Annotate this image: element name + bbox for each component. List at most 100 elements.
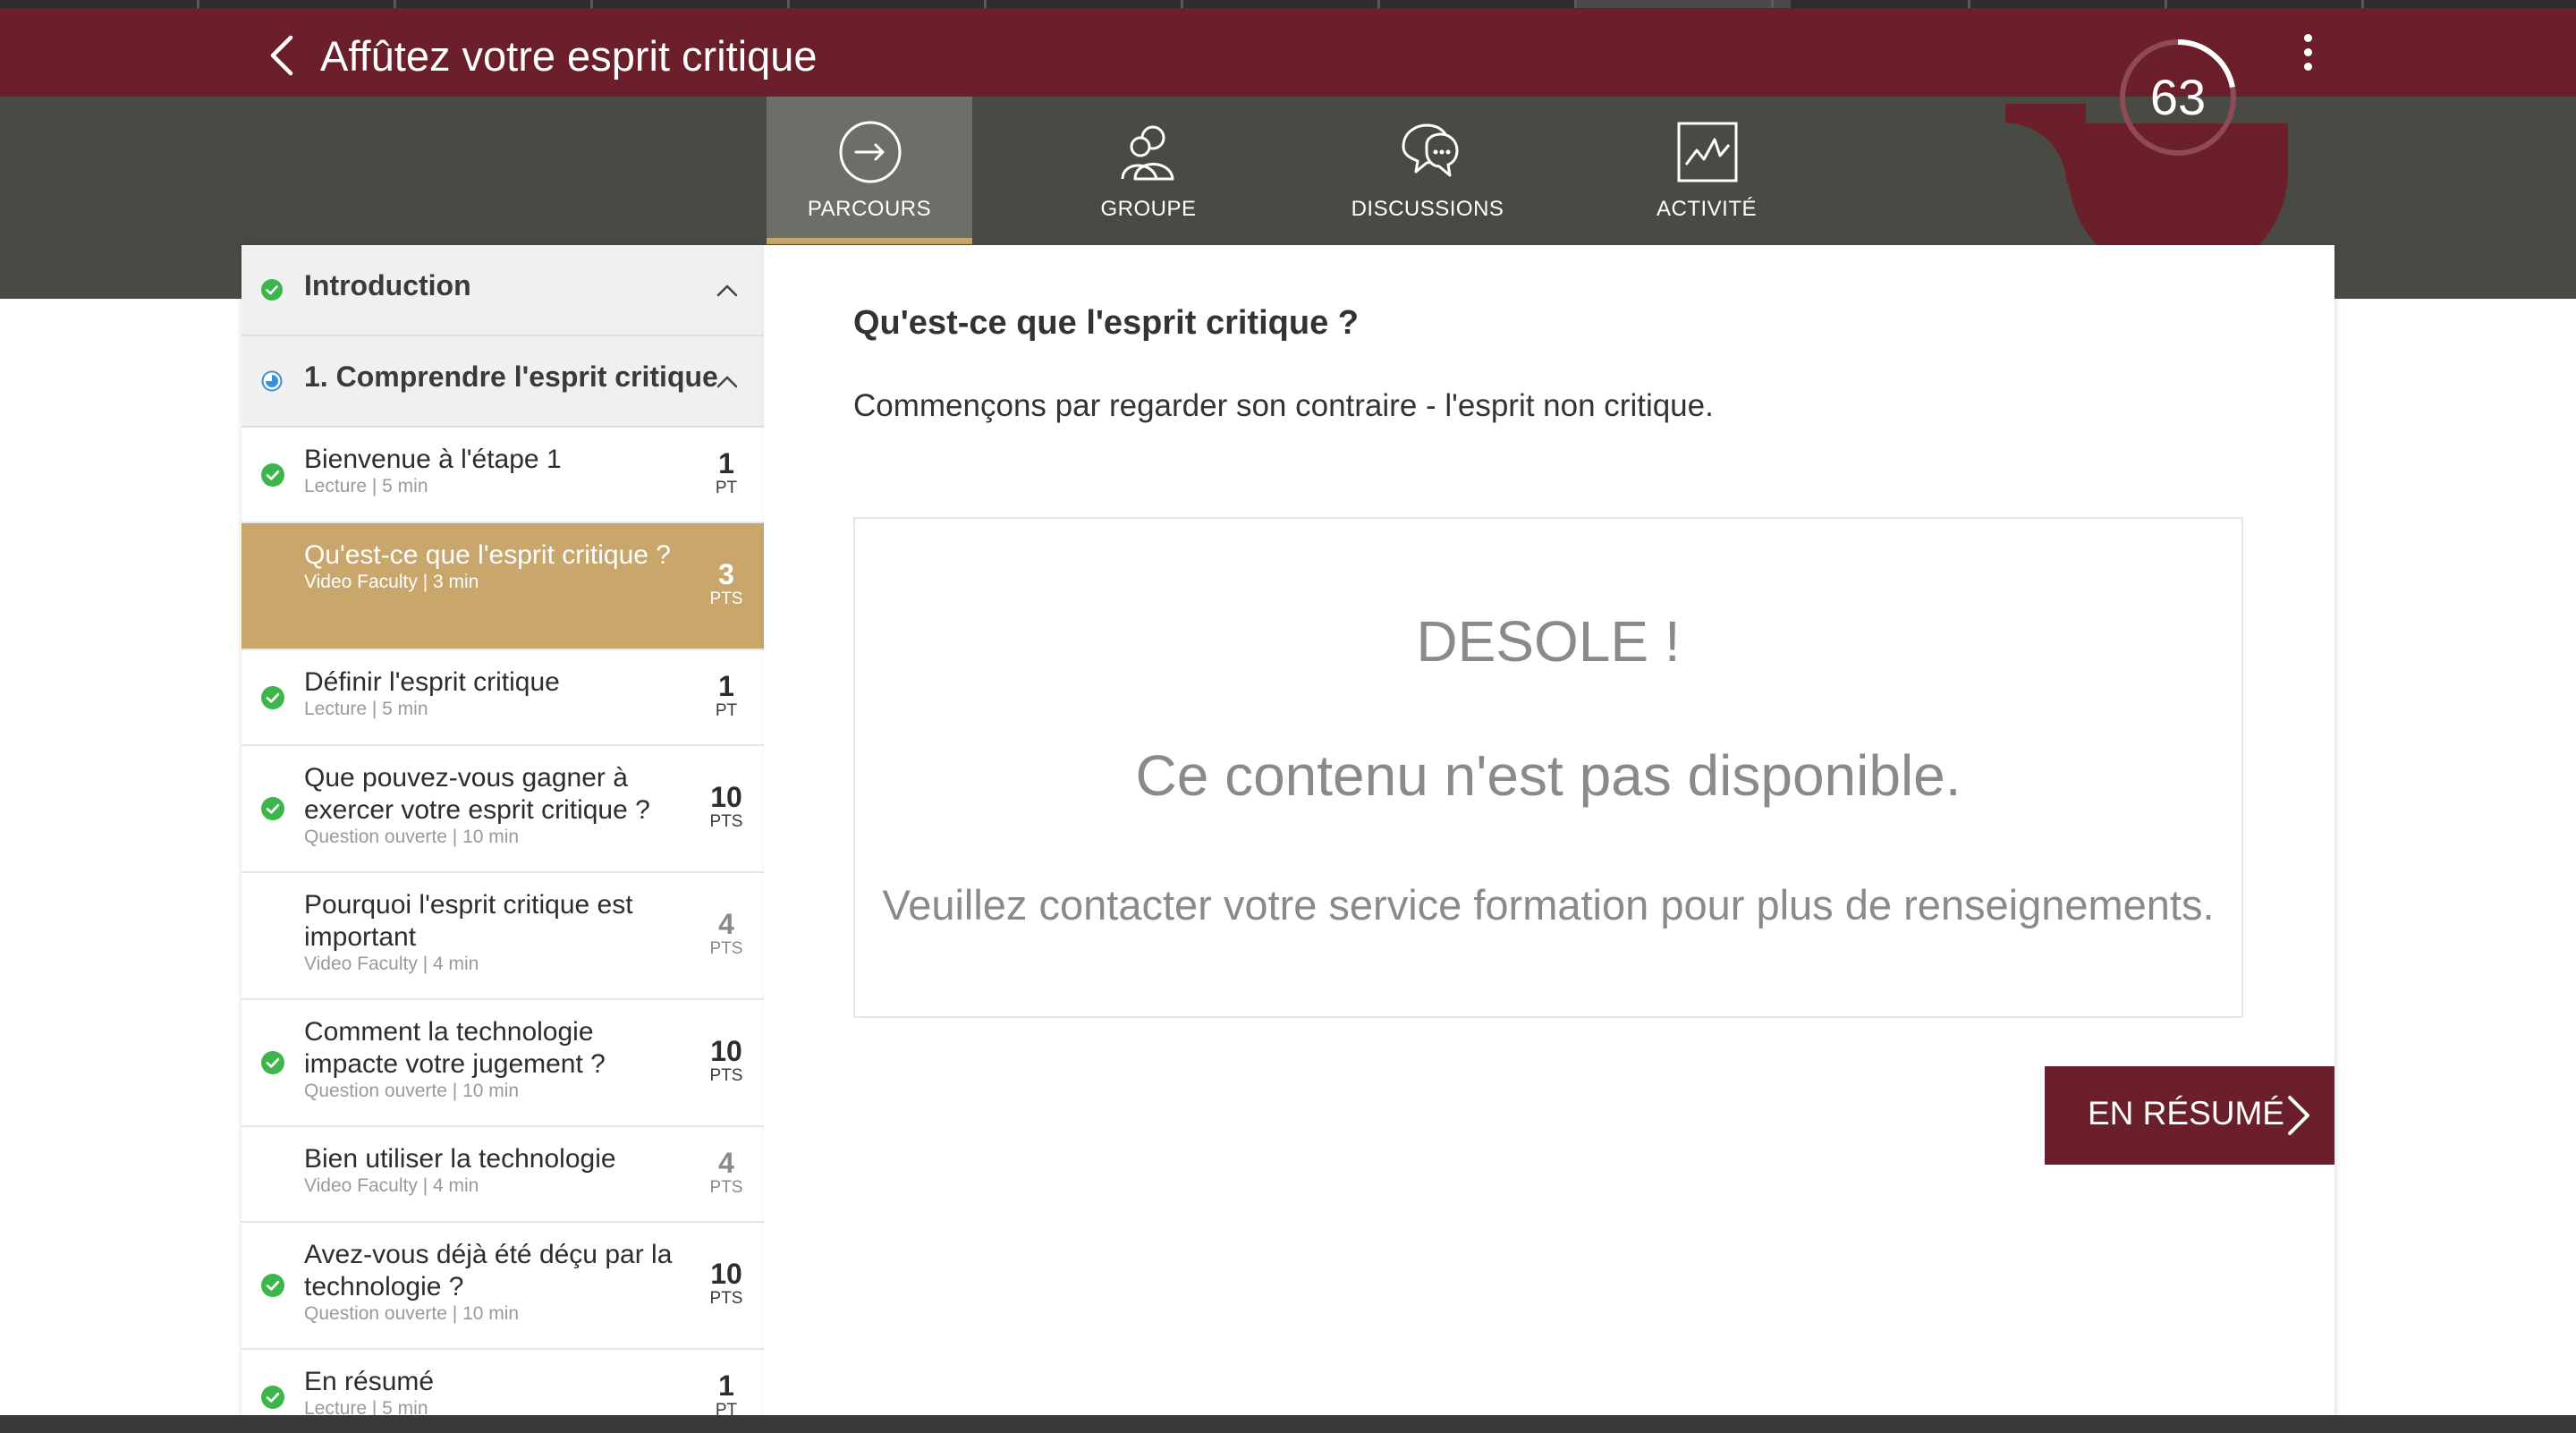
lesson-points: 1 PT bbox=[699, 448, 753, 498]
points-value: 4 bbox=[718, 908, 734, 940]
lesson-intro: Commençons par regarder son contraire - … bbox=[853, 388, 1714, 423]
lesson-item[interactable]: Qu'est-ce que l'esprit critique ? Video F… bbox=[242, 523, 764, 650]
arrow-circle-icon bbox=[839, 121, 902, 183]
lesson-text: Comment la technologie impacte votre jug… bbox=[304, 1016, 689, 1102]
lesson-text: Que pouvez-vous gagner à exercer votre e… bbox=[304, 762, 689, 848]
points-unit: PTS bbox=[709, 1289, 743, 1308]
score-badge[interactable]: 63 bbox=[2111, 30, 2245, 165]
lesson-content: Qu'est-ce que l'esprit critique ? Commen… bbox=[764, 245, 2334, 1417]
lesson-item-title: Définir l'esprit critique bbox=[304, 667, 560, 697]
tab-strip-divider bbox=[2361, 0, 2364, 8]
lesson-item-type: Video Faculty bbox=[304, 954, 418, 974]
points-value: 1 bbox=[718, 1369, 734, 1402]
chevron-up-icon bbox=[716, 284, 738, 297]
tab-strip-divider bbox=[590, 0, 593, 8]
check-circle-icon bbox=[261, 685, 284, 709]
lesson-item-title: Avez-vous déjà été déçu par la technolog… bbox=[304, 1240, 673, 1302]
lesson-item-type: Video Faculty bbox=[304, 572, 418, 592]
lesson-text: Bienvenue à l'étape 1 Lecture | 5 min bbox=[304, 444, 689, 497]
kebab-dot bbox=[2303, 48, 2312, 56]
meta-separator: | bbox=[367, 476, 383, 496]
lesson-item[interactable]: Avez-vous déjà été déçu par la technolog… bbox=[242, 1223, 764, 1350]
tab-parcours[interactable]: PARCOURS bbox=[767, 97, 972, 244]
check-circle-icon bbox=[261, 1385, 284, 1409]
lesson-points: 1 PT bbox=[699, 671, 753, 721]
points-unit: PT bbox=[715, 700, 738, 720]
tab-strip-divider bbox=[2165, 0, 2167, 8]
lesson-text: Définir l'esprit critique Lecture | 5 min bbox=[304, 666, 689, 720]
points-unit: PTS bbox=[709, 1066, 743, 1085]
meta-separator: | bbox=[446, 827, 463, 847]
tab-strip-active bbox=[1576, 0, 1791, 8]
lesson-item-meta: Lecture | 5 min bbox=[304, 476, 689, 497]
lesson-points: 10 PTS bbox=[699, 1259, 753, 1309]
tab-strip-divider bbox=[787, 0, 790, 8]
lesson-points: 4 PTS bbox=[699, 909, 753, 959]
points-value: 4 bbox=[718, 1146, 734, 1179]
check-circle-icon bbox=[261, 462, 284, 487]
points-value: 10 bbox=[710, 1035, 742, 1067]
lesson-item-title: En résumé bbox=[304, 1367, 435, 1396]
tab-strip-divider bbox=[1968, 0, 1970, 8]
tab-label: DISCUSSIONS bbox=[1351, 197, 1504, 221]
points-value: 1 bbox=[718, 669, 734, 702]
lesson-item-title: Bien utiliser la technologie bbox=[304, 1144, 616, 1174]
tab-groupe[interactable]: GROUPE bbox=[1046, 97, 1251, 244]
kebab-dot bbox=[2303, 63, 2312, 71]
lesson-item-meta: Question ouverte | 10 min bbox=[304, 1081, 689, 1102]
chevron-left-icon bbox=[270, 35, 293, 76]
lesson-item-duration: 10 min bbox=[462, 1303, 520, 1324]
lesson-item-type: Video Faculty bbox=[304, 1175, 418, 1196]
unavailable-message: Ce contenu n'est pas disponible. bbox=[1135, 743, 1962, 808]
lesson-item-meta: Video Faculty | 4 min bbox=[304, 1175, 689, 1197]
lesson-item-title: Qu'est-ce que l'esprit critique ? bbox=[304, 540, 671, 570]
tab-strip-divider bbox=[1771, 0, 1774, 8]
lesson-item[interactable]: Comment la technologie impacte votre jug… bbox=[242, 1000, 764, 1127]
unavailable-panel: DESOLE ! Ce contenu n'est pas disponible… bbox=[853, 517, 2243, 1018]
lesson-item[interactable]: Pourquoi l'esprit critique est important… bbox=[242, 873, 764, 1000]
lesson-item-duration: 5 min bbox=[382, 1398, 428, 1417]
next-lesson-label: EN RÉSUMÉ bbox=[2088, 1095, 2284, 1132]
lesson-item[interactable]: Bien utiliser la technologie Video Facult… bbox=[242, 1127, 764, 1223]
lesson-item[interactable]: Que pouvez-vous gagner à exercer votre e… bbox=[242, 746, 764, 873]
lesson-item-duration: 10 min bbox=[462, 827, 520, 847]
lesson-title: Qu'est-ce que l'esprit critique ? bbox=[853, 304, 1359, 342]
tab-strip-divider bbox=[984, 0, 987, 8]
lesson-points: 10 PTS bbox=[699, 1036, 753, 1086]
lesson-item-meta: Question ouverte | 10 min bbox=[304, 1303, 689, 1325]
check-circle-icon bbox=[261, 279, 283, 301]
check-circle-icon bbox=[261, 1051, 284, 1074]
tab-label: PARCOURS bbox=[807, 197, 932, 221]
points-unit: PTS bbox=[709, 939, 743, 958]
points-unit: PTS bbox=[709, 812, 743, 831]
tab-strip-divider bbox=[394, 0, 396, 8]
tab-strip-divider bbox=[197, 0, 199, 8]
tab-discussions[interactable]: DISCUSSIONS bbox=[1325, 97, 1530, 244]
lesson-item-title: Bienvenue à l'étape 1 bbox=[304, 445, 562, 474]
section-introduction[interactable]: Introduction bbox=[242, 245, 764, 336]
page-title: Affûtez votre esprit critique bbox=[320, 32, 818, 80]
lesson-item-duration: 10 min bbox=[462, 1081, 520, 1101]
meta-separator: | bbox=[417, 572, 433, 592]
section-label: Introduction bbox=[304, 269, 471, 301]
lesson-item-title: Pourquoi l'esprit critique est important bbox=[304, 890, 633, 952]
lesson-item[interactable]: Bienvenue à l'étape 1 Lecture | 5 min 1 PT bbox=[242, 428, 764, 523]
points-value: 1 bbox=[718, 446, 734, 479]
tab-strip-divider bbox=[1377, 0, 1380, 8]
tab-activite[interactable]: ACTIVITÉ bbox=[1604, 97, 1809, 244]
section-comprendre[interactable]: 1. Comprendre l'esprit critique bbox=[242, 336, 764, 428]
chat-bubbles-icon bbox=[1402, 123, 1459, 177]
lesson-item-title: Comment la technologie impacte votre jug… bbox=[304, 1017, 606, 1079]
lesson-item-type: Lecture bbox=[304, 476, 368, 496]
lesson-item[interactable]: En résumé Lecture | 5 min 1 PT bbox=[242, 1350, 764, 1417]
next-lesson-button[interactable]: EN RÉSUMÉ bbox=[2045, 1066, 2334, 1165]
more-menu-button[interactable] bbox=[2290, 28, 2326, 81]
lesson-points: 1 PT bbox=[699, 1370, 753, 1418]
points-unit: PT bbox=[715, 478, 738, 497]
meta-separator: | bbox=[417, 1175, 433, 1196]
lesson-item[interactable]: Définir l'esprit critique Lecture | 5 min… bbox=[242, 650, 764, 746]
points-unit: PTS bbox=[709, 589, 743, 608]
points-value: 3 bbox=[718, 558, 734, 590]
lesson-item-duration: 3 min bbox=[432, 572, 479, 592]
back-button[interactable] bbox=[264, 33, 300, 78]
